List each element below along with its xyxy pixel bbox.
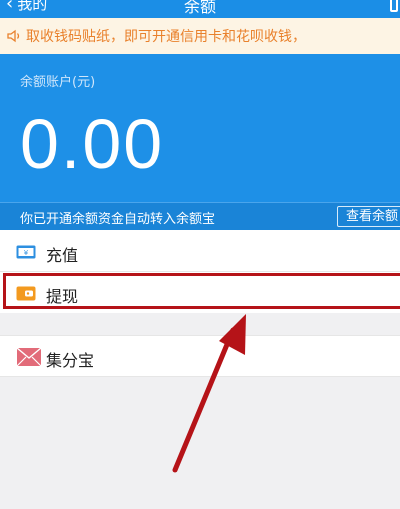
recharge-label: 充值 <box>46 246 79 265</box>
auto-transfer-info: 你已开通余额资金自动转入余额宝 <box>20 212 216 227</box>
recharge-icon: ¥ <box>16 245 36 259</box>
withdraw-item[interactable]: 提现 <box>0 272 400 314</box>
section-divider <box>0 313 400 335</box>
envelope-icon <box>16 347 42 367</box>
notice-text: 取收钱码贴纸，即可开通信用卡和花呗收钱， <box>26 29 306 45</box>
balance-panel: 余额账户(元) 0.00 你已开通余额资金自动转入余额宝 查看余额 <box>0 54 400 230</box>
balance-amount: 0.00 <box>20 105 165 183</box>
wallet-icon <box>16 286 36 301</box>
svg-text:¥: ¥ <box>24 249 29 257</box>
balance-label: 余额账户(元) <box>20 75 96 90</box>
jifen-item[interactable]: 集分宝 <box>0 335 400 377</box>
page-title: 余额 <box>183 0 216 16</box>
nav-header: ‹ 我的 余额 <box>0 0 400 18</box>
view-balance-button[interactable]: 查看余额 <box>337 206 400 227</box>
jifen-label: 集分宝 <box>46 351 95 370</box>
more-icon[interactable] <box>390 0 398 12</box>
withdraw-label: 提现 <box>46 287 79 306</box>
notice-bar[interactable]: 取收钱码贴纸，即可开通信用卡和花呗收钱， <box>0 18 400 54</box>
speaker-icon <box>7 29 20 43</box>
auto-transfer-strip: 你已开通余额资金自动转入余额宝 查看余额 <box>0 202 400 230</box>
recharge-item[interactable]: ¥ 充值 <box>0 230 400 272</box>
